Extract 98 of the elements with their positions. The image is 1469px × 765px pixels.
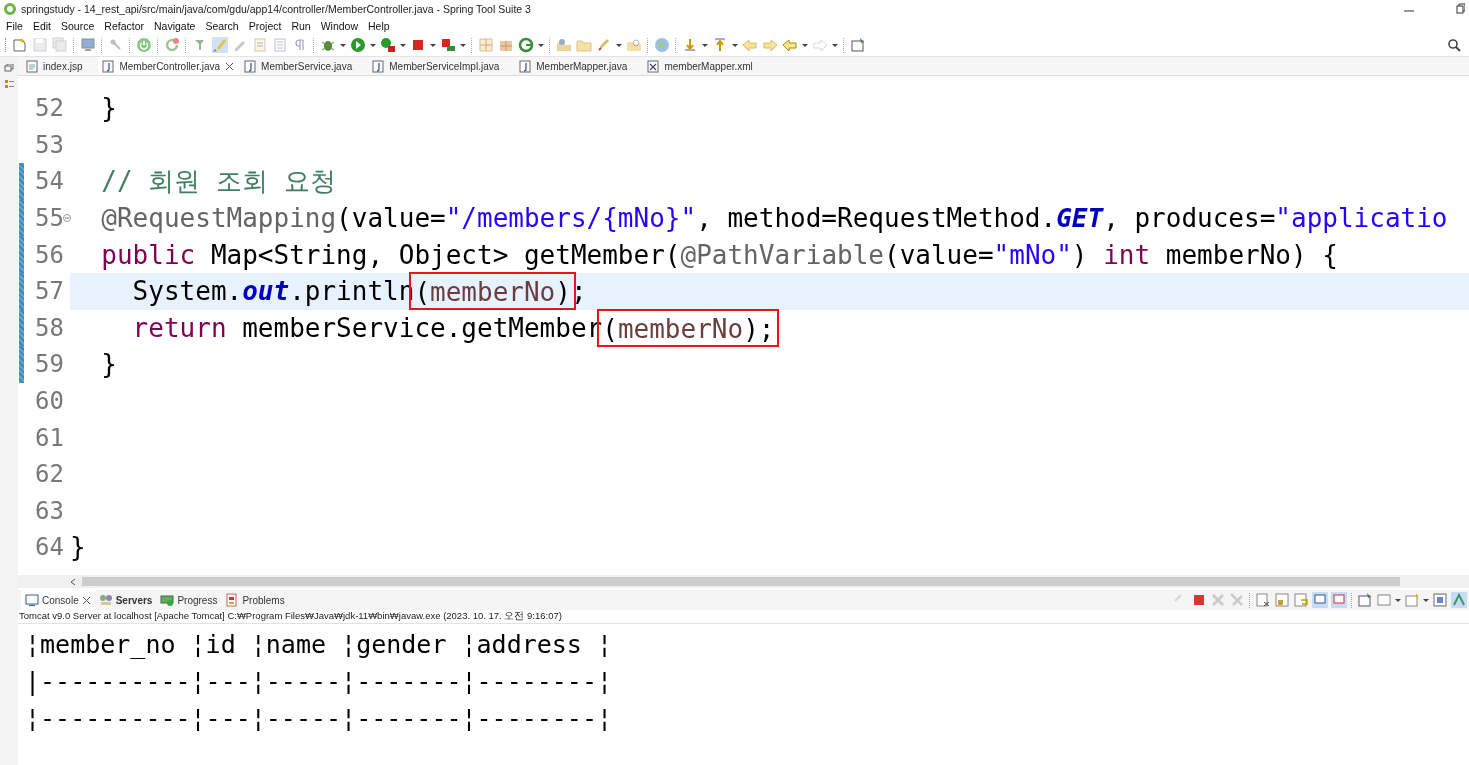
view-tab[interactable]: Progress [156, 590, 222, 610]
power-icon[interactable] [136, 37, 152, 53]
code-line: } [100, 93, 117, 124]
code-line: } [70, 532, 86, 563]
perspective-icon[interactable] [850, 37, 866, 53]
dropdown-caret-icon[interactable] [732, 43, 738, 47]
stop-icon[interactable] [410, 37, 426, 53]
outline-icon[interactable] [4, 80, 14, 89]
servers-icon [98, 593, 113, 607]
line-number: 55 [34, 204, 64, 233]
console-output-line: ¦member_no ¦id ¦name ¦gender ¦address ¦ [25, 629, 613, 661]
close-icon[interactable] [81, 595, 91, 605]
fold-icon[interactable] [63, 214, 71, 223]
menu-item[interactable]: Edit [32, 20, 51, 32]
line-number: 56 [34, 240, 64, 269]
app-logo-icon [3, 2, 17, 16]
view-tab[interactable]: Servers [94, 590, 157, 610]
globe-icon[interactable] [654, 37, 670, 53]
dropdown-caret-icon[interactable] [1395, 598, 1401, 602]
line-number: 64 [34, 533, 64, 562]
clear-icon[interactable] [1255, 592, 1271, 608]
dropdown-caret-icon[interactable] [832, 43, 838, 47]
line-number: 54 [34, 167, 64, 196]
pin-console-icon[interactable] [1357, 592, 1373, 608]
view-tab[interactable]: Problems [221, 590, 289, 610]
line-number: 53 [34, 130, 64, 159]
editor-tab[interactable]: MemberController.java [98, 57, 241, 75]
spring-console-icon[interactable] [1451, 592, 1467, 608]
new-file-icon[interactable] [12, 37, 28, 53]
dropdown-caret-icon[interactable] [616, 43, 622, 47]
menu-item[interactable]: Help [368, 20, 390, 32]
editor-tab[interactable]: memberMapper.xml [643, 57, 769, 75]
menu-item[interactable]: Navigate [154, 20, 196, 32]
code-line: @RequestMapping(value="/members/{mNo}", method=RequestMethod.GET, produces="applicatio [100, 203, 1448, 234]
line-number: 59 [34, 350, 64, 379]
word-wrap-icon[interactable] [1293, 592, 1309, 608]
java-file-icon [102, 59, 115, 73]
document-icon[interactable] [252, 37, 268, 53]
scroll-left-icon[interactable] [70, 577, 76, 586]
dropdown-caret-icon[interactable] [460, 43, 466, 47]
forward-edit-icon[interactable] [762, 37, 778, 53]
show-output-icon[interactable] [1312, 592, 1328, 608]
open-type-icon[interactable] [556, 37, 572, 53]
dropdown-caret-icon[interactable] [340, 43, 346, 47]
line-number: 58 [34, 313, 64, 342]
view-tab[interactable]: Console [21, 590, 95, 610]
monitor-icon[interactable] [80, 37, 96, 53]
problems-icon [225, 593, 240, 607]
dropdown-caret-icon[interactable] [400, 43, 406, 47]
console-output-line: ¦----------¦---¦-----¦-------¦--------¦ [25, 703, 613, 735]
editor-tab[interactable]: MemberServiceImpl.java [368, 57, 516, 75]
terminate-icon[interactable] [1191, 592, 1207, 608]
grid-icon[interactable] [478, 37, 494, 53]
show-error-icon[interactable] [1331, 592, 1347, 608]
menu-item[interactable]: Source [61, 20, 95, 32]
code-line: } [100, 349, 117, 380]
menu-item[interactable]: File [6, 20, 23, 32]
editor-tab[interactable]: index.jsp [22, 57, 99, 75]
line-number: 60 [34, 387, 64, 416]
folder-icon[interactable] [576, 37, 592, 53]
dropdown-caret-icon[interactable] [538, 43, 544, 47]
save-all-icon[interactable] [52, 37, 68, 53]
dropdown-caret-icon[interactable] [370, 43, 376, 47]
dropdown-caret-icon[interactable] [430, 43, 436, 47]
restore-icon[interactable] [1455, 3, 1465, 15]
remove-all-icon[interactable] [1229, 592, 1245, 608]
console-description: Tomcat v9.0 Server at localhost [Apache Tomcat] C:₩Program Files₩Java₩jdk-11₩bin₩javaw.exe (2023. 10. 17. 오전 9:16:07) [18, 610, 1469, 624]
code-line: // 회원 조회 요청 [100, 165, 336, 198]
menu-item[interactable]: Search [205, 20, 239, 32]
window-title: springstudy - 14_rest_api/src/main/java/com/gdu/app14/controller/MemberController.java - Spring Tool Suite 3 [21, 3, 531, 15]
refresh-icon[interactable] [164, 37, 180, 53]
dropdown-caret-icon[interactable] [702, 43, 708, 47]
line-number: 52 [34, 94, 64, 123]
line-number: 63 [34, 496, 64, 525]
line-number: 57 [34, 277, 64, 306]
line-number: 62 [34, 460, 64, 489]
menu-item[interactable]: Run [291, 20, 311, 32]
code-line: public Map<String, Object> getMember(@PathVariable(value="mNo") int memberNo) { [100, 239, 1338, 270]
editor-tab[interactable]: MemberMapper.java [515, 57, 644, 75]
server-icon[interactable] [440, 37, 456, 53]
menu-item[interactable]: Window [320, 20, 359, 32]
brush-icon[interactable] [212, 37, 228, 53]
progress-icon [160, 593, 175, 607]
highlighted-code: (memberNo) [409, 272, 576, 311]
console-icon [25, 593, 39, 607]
dropdown-caret-icon[interactable] [1423, 598, 1429, 602]
search-icon[interactable] [1447, 38, 1461, 52]
restore-view-icon[interactable] [4, 64, 14, 72]
console-output-line: |----------¦---¦-----¦-------¦--------¦ [25, 666, 613, 698]
run-tool-icon[interactable] [380, 37, 396, 53]
dropdown-caret-icon[interactable] [802, 43, 808, 47]
menu-item[interactable]: Refactor [104, 20, 144, 32]
editor-tab[interactable]: MemberService.java [240, 57, 369, 75]
run-icon[interactable] [350, 37, 366, 53]
line-number: 61 [34, 423, 64, 452]
horizontal-scrollbar[interactable] [18, 575, 1469, 588]
menu-item[interactable]: Project [248, 20, 282, 32]
close-icon[interactable] [225, 61, 235, 71]
